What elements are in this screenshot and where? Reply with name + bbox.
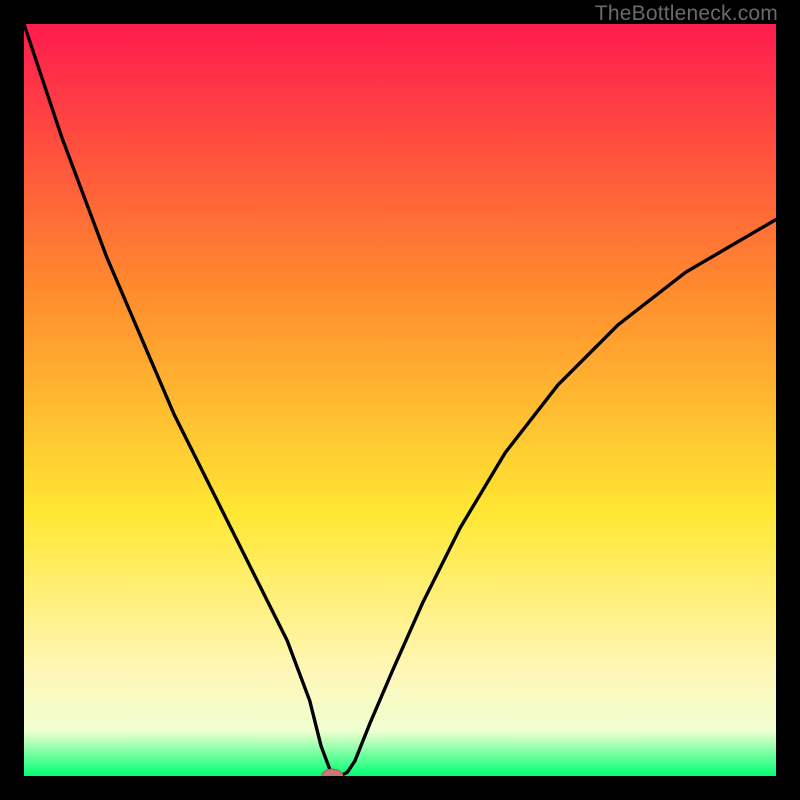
chart-frame: TheBottleneck.com bbox=[0, 0, 800, 800]
gradient-background bbox=[24, 24, 776, 776]
plot-area bbox=[24, 24, 776, 776]
watermark-text: TheBottleneck.com bbox=[595, 2, 778, 26]
